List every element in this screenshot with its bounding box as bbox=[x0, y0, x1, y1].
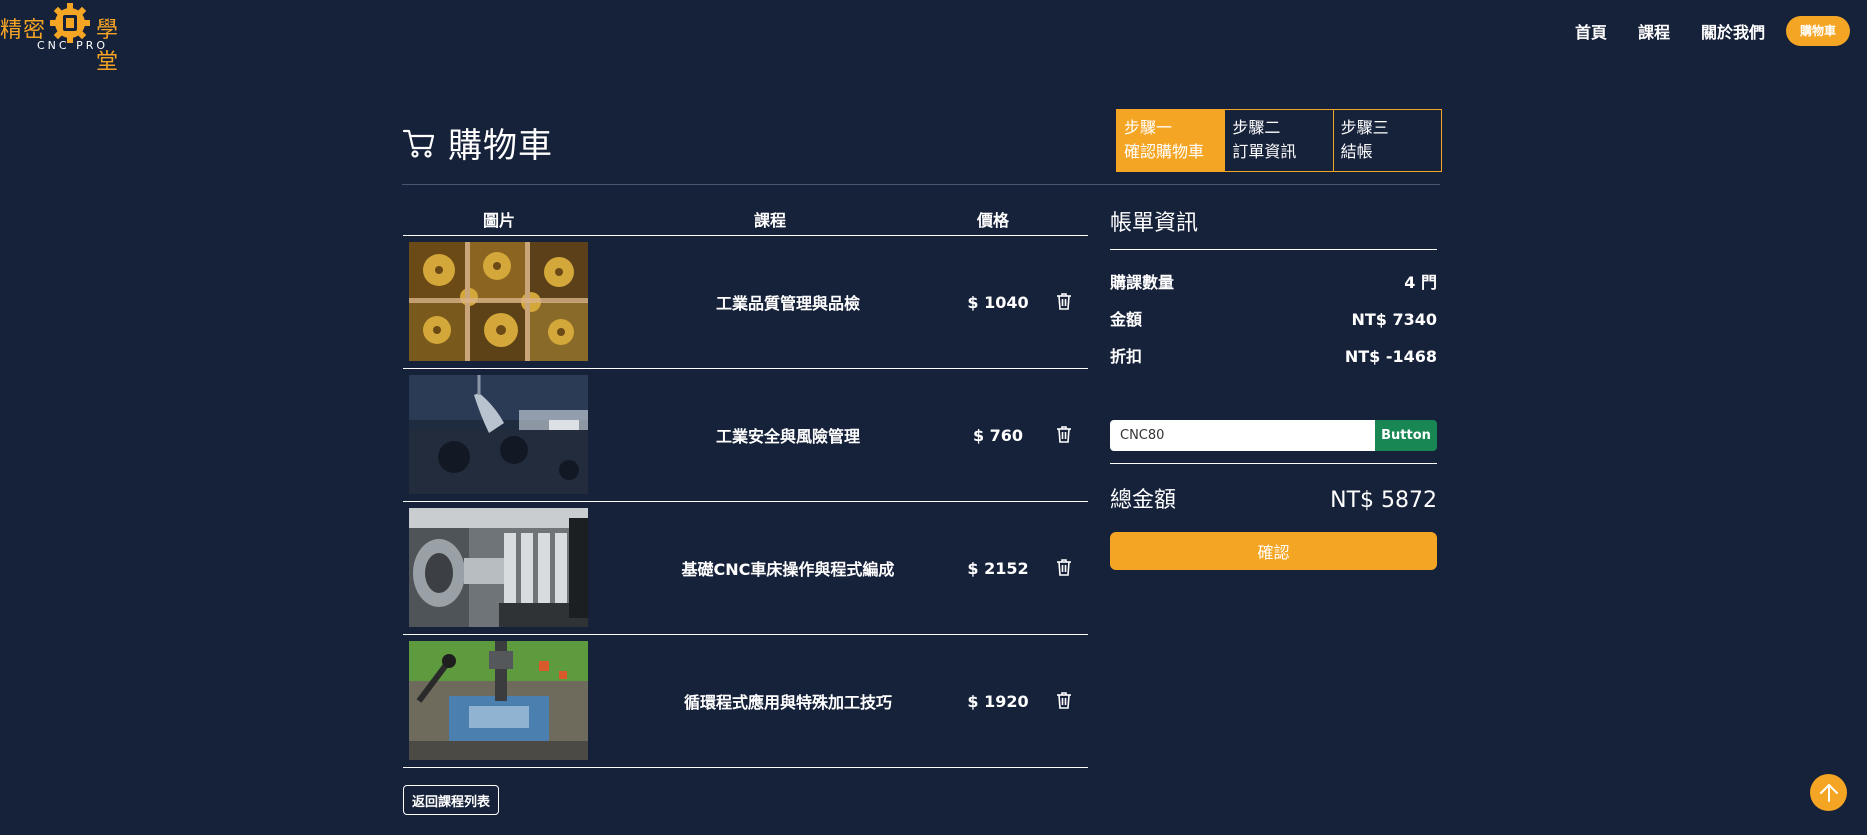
step-3-label: 步驟三 bbox=[1340, 118, 1389, 137]
nav-about-link[interactable]: 關於我們 bbox=[1701, 19, 1765, 43]
table-row: 工業品質管理與品檢 $ 1040 bbox=[403, 236, 1088, 369]
step-2-label: 步驟二 bbox=[1232, 118, 1281, 137]
bill-total-value: NT$ 5872 bbox=[1330, 488, 1437, 513]
nav-courses-link[interactable]: 課程 bbox=[1638, 19, 1670, 43]
confirm-button[interactable]: 確認 bbox=[1110, 532, 1437, 570]
bill-title: 帳單資訊 bbox=[1110, 206, 1437, 250]
bill-count-row: 購課數量 4 門 bbox=[1110, 264, 1437, 301]
bill-count-value: 4 門 bbox=[1404, 273, 1437, 292]
nav-cart-button[interactable]: 購物車 bbox=[1785, 16, 1850, 46]
trash-icon[interactable] bbox=[1056, 691, 1072, 709]
course-name[interactable]: 工業品質管理與品檢 bbox=[588, 236, 988, 368]
page-title: 購物車 bbox=[448, 126, 553, 166]
scroll-to-top-button[interactable] bbox=[1810, 774, 1847, 811]
bill-total-label: 總金額 bbox=[1110, 488, 1177, 513]
table-row: 工業安全與風險管理 $ 760 bbox=[403, 369, 1088, 502]
gears-photo bbox=[409, 242, 588, 361]
step-2-desc: 訂單資訊 bbox=[1232, 142, 1297, 161]
course-thumbnail[interactable] bbox=[409, 508, 588, 627]
nav-home-link[interactable]: 首頁 bbox=[1575, 19, 1607, 43]
trash-icon[interactable] bbox=[1056, 292, 1072, 310]
coupon-input[interactable] bbox=[1110, 420, 1375, 451]
header-divider bbox=[402, 184, 1440, 185]
safety-photo bbox=[409, 375, 588, 494]
step-1: 步驟一 確認購物車 bbox=[1117, 110, 1226, 171]
brand-subtitle: CNC PRO bbox=[37, 39, 109, 52]
back-to-courses-button[interactable]: 返回課程列表 bbox=[403, 785, 499, 815]
header-course: 課程 bbox=[754, 211, 787, 230]
header-image: 圖片 bbox=[483, 211, 516, 230]
course-thumbnail[interactable] bbox=[409, 375, 588, 494]
step-3: 步驟三 結帳 bbox=[1334, 110, 1441, 171]
bill-count-label: 購課數量 bbox=[1110, 273, 1175, 292]
course-name[interactable]: 循環程式應用與特殊加工技巧 bbox=[588, 635, 988, 767]
table-header: 圖片 課程 價格 bbox=[403, 202, 1088, 236]
course-price: $ 1920 bbox=[967, 691, 1029, 711]
course-price: $ 760 bbox=[972, 425, 1024, 445]
checkout-steps: 步驟一 確認購物車 步驟二 訂單資訊 步驟三 結帳 bbox=[1116, 109, 1442, 172]
bill-amount-label: 金額 bbox=[1110, 310, 1143, 329]
course-price: $ 2152 bbox=[967, 558, 1029, 578]
table-row: 循環程式應用與特殊加工技巧 $ 1920 bbox=[403, 635, 1088, 768]
step-1-desc: 確認購物車 bbox=[1124, 142, 1205, 161]
course-thumbnail[interactable] bbox=[409, 641, 588, 760]
coupon-group: Button bbox=[1110, 420, 1437, 451]
bill-divider bbox=[1110, 463, 1437, 464]
course-name[interactable]: 基礎CNC車床操作與程式編成 bbox=[588, 502, 988, 634]
course-thumbnail[interactable] bbox=[409, 242, 588, 361]
header-price: 價格 bbox=[977, 211, 1010, 230]
bill-amount-row: 金額 NT$ 7340 bbox=[1110, 301, 1437, 338]
bill-panel: 帳單資訊 購課數量 4 門 金額 NT$ 7340 折扣 NT$ -1468 B… bbox=[1110, 206, 1437, 570]
gear-logo-icon bbox=[50, 3, 90, 43]
cnc-lathe-photo bbox=[409, 508, 588, 627]
milling-photo bbox=[409, 641, 588, 760]
brand-logo[interactable]: 精密 學堂 CNC PRO bbox=[0, 2, 140, 75]
shopping-cart-icon bbox=[402, 129, 435, 158]
trash-icon[interactable] bbox=[1056, 558, 1072, 576]
bill-discount-value: NT$ -1468 bbox=[1344, 347, 1437, 366]
top-nav: 首頁 課程 關於我們 購物車 bbox=[1544, 16, 1850, 46]
step-1-label: 步驟一 bbox=[1124, 118, 1173, 137]
coupon-apply-button[interactable]: Button bbox=[1375, 420, 1437, 451]
step-2: 步驟二 訂單資訊 bbox=[1225, 110, 1334, 171]
bill-discount-row: 折扣 NT$ -1468 bbox=[1110, 338, 1437, 375]
step-3-desc: 結帳 bbox=[1340, 142, 1373, 161]
bill-total-row: 總金額 NT$ 5872 bbox=[1110, 486, 1437, 516]
cart-table: 圖片 課程 價格 工業品質管理與品檢 $ 1040 工業安全與風險管理 $ 76… bbox=[403, 202, 1088, 768]
bill-amount-value: NT$ 7340 bbox=[1351, 310, 1437, 329]
course-price: $ 1040 bbox=[967, 292, 1029, 312]
course-name[interactable]: 工業安全與風險管理 bbox=[588, 369, 988, 501]
bill-discount-label: 折扣 bbox=[1110, 347, 1143, 366]
page-header: 購物車 bbox=[402, 118, 553, 167]
table-row: 基礎CNC車床操作與程式編成 $ 2152 bbox=[403, 502, 1088, 635]
trash-icon[interactable] bbox=[1056, 425, 1072, 443]
arrow-up-icon bbox=[1819, 783, 1838, 802]
